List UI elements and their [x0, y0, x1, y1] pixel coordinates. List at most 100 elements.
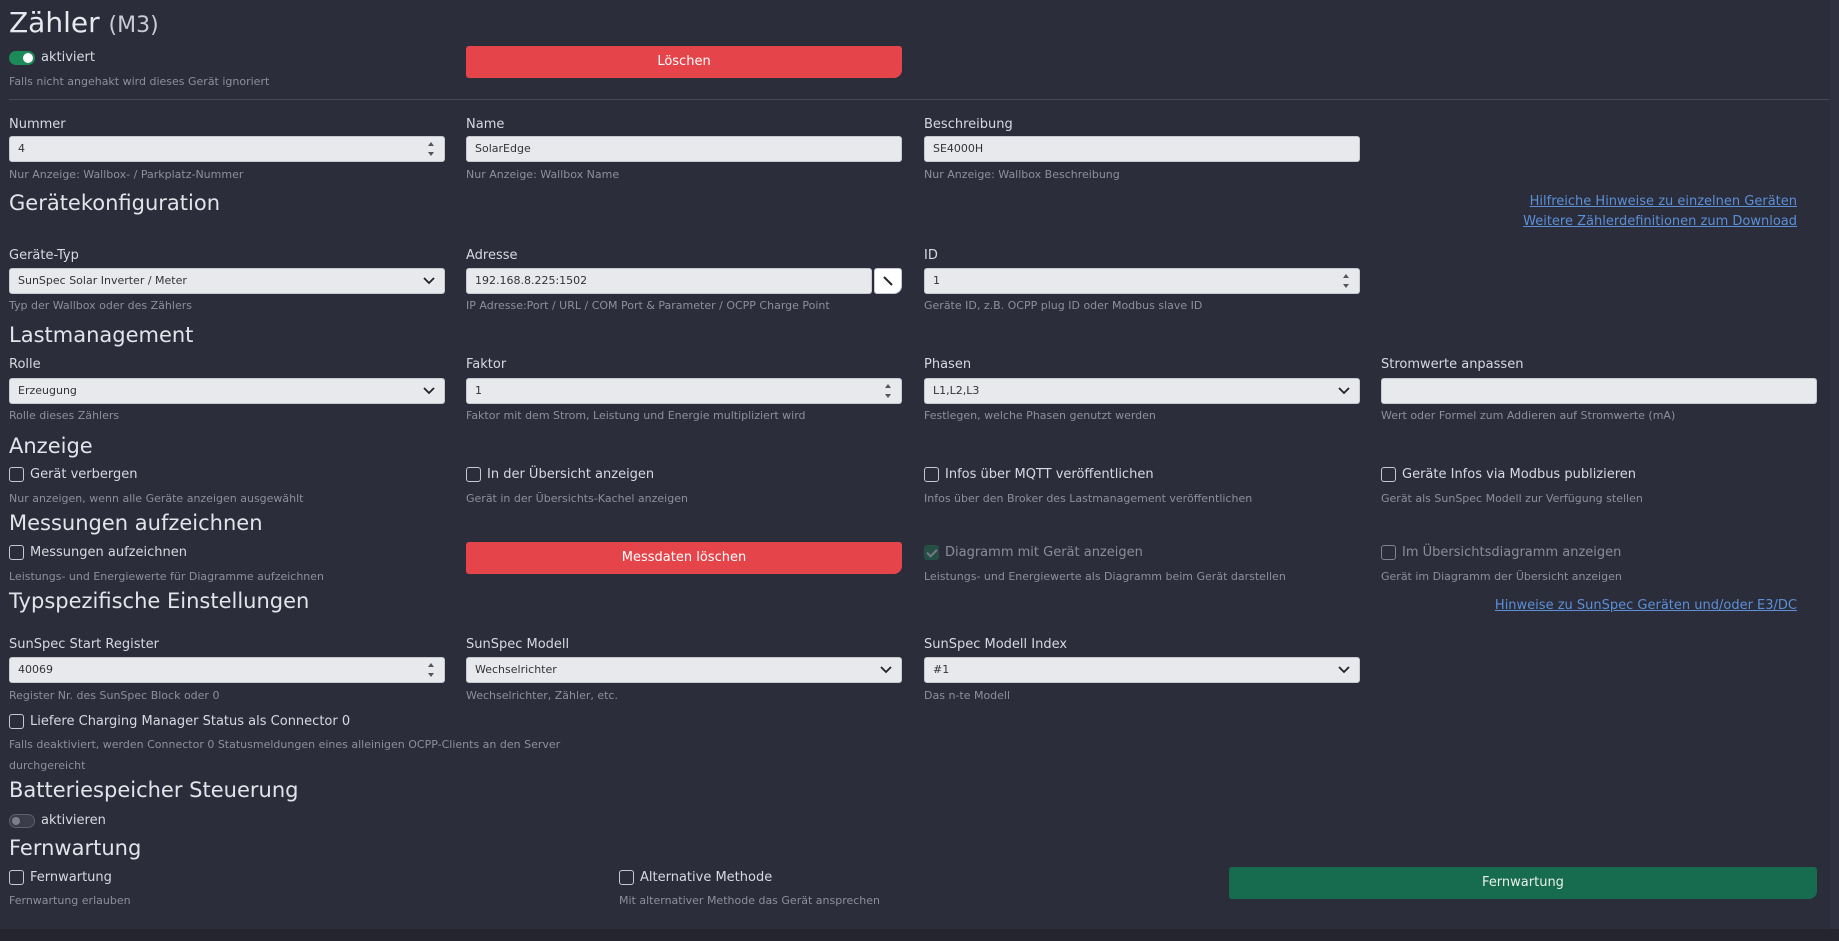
checkbox-box[interactable] — [619, 870, 634, 885]
beschreibung-value: SE4000H — [933, 142, 984, 155]
sunspec-modell-hint: Wechselrichter, Zähler, etc. — [466, 689, 618, 702]
checkbox-box[interactable] — [924, 467, 939, 482]
checkbox-fernwartung[interactable]: Fernwartung — [9, 870, 112, 885]
uebersichtsdiagramm-hint: Gerät im Diagramm der Übersicht anzeigen — [1381, 570, 1622, 583]
uebersicht-anzeigen-hint: Gerät in der Übersichts-Kachel anzeigen — [466, 492, 688, 505]
fernwartung-button[interactable]: Fernwartung — [1229, 867, 1817, 899]
pencil-icon — [883, 276, 893, 286]
section-batteriespeicher: Batteriespeicher Steuerung — [9, 778, 299, 802]
phasen-select[interactable]: L1,L2,L3 — [924, 378, 1360, 404]
nummer-input[interactable]: 4 — [9, 136, 445, 162]
stepper-icon[interactable] — [885, 384, 892, 398]
adresse-label: Adresse — [466, 248, 518, 263]
checkbox-uebersicht-anzeigen[interactable]: In der Übersicht anzeigen — [466, 467, 654, 482]
link-hinweise-geraete[interactable]: Hilfreiche Hinweise zu einzelnen Geräten — [1530, 194, 1797, 209]
name-hint: Nur Anzeige: Wallbox Name — [466, 168, 620, 181]
id-value: 1 — [933, 274, 940, 287]
nummer-label: Nummer — [9, 117, 66, 132]
faktor-label: Faktor — [466, 357, 507, 372]
faktor-value: 1 — [475, 384, 482, 397]
sunspec-index-hint: Das n-te Modell — [924, 689, 1011, 702]
checkbox-label: Liefere Charging Manager Status als Conn… — [30, 714, 351, 729]
section-typspezifisch: Typspezifische Einstellungen — [9, 589, 310, 613]
name-input[interactable]: SolarEdge — [466, 136, 902, 162]
page-subtitle: (M3) — [108, 13, 159, 38]
section-geraetekonfiguration: Gerätekonfiguration — [9, 191, 221, 215]
sunspec-modell-value: Wechselrichter — [475, 663, 557, 676]
checkbox-box[interactable] — [9, 714, 24, 729]
batterie-toggle-row[interactable]: aktivieren — [9, 813, 106, 828]
checkbox-messungen-aufzeichnen[interactable]: Messungen aufzeichnen — [9, 545, 187, 560]
adresse-value: 192.168.8.225:1502 — [475, 274, 588, 287]
alternative-methode-hint: Mit alternativer Methode das Gerät anspr… — [619, 894, 881, 907]
geraetetyp-select[interactable]: SunSpec Solar Inverter / Meter — [9, 268, 445, 294]
batterie-toggle[interactable] — [9, 813, 35, 828]
stepper-icon[interactable] — [428, 663, 435, 677]
checkbox-alternative-methode[interactable]: Alternative Methode — [619, 870, 772, 885]
beschreibung-input[interactable]: SE4000H — [924, 136, 1360, 162]
checkbox-box[interactable] — [1381, 545, 1396, 560]
geraetetyp-label: Geräte-Typ — [9, 248, 79, 263]
stromwerte-hint: Wert oder Formel zum Addieren auf Stromw… — [1381, 409, 1676, 422]
checkbox-label: Infos über MQTT veröffentlichen — [945, 467, 1154, 482]
diagramm-geraet-hint: Leistungs- und Energiewerte als Diagramm… — [924, 570, 1286, 583]
checkbox-box[interactable] — [9, 870, 24, 885]
checkbox-mqtt[interactable]: Infos über MQTT veröffentlichen — [924, 467, 1154, 482]
checkbox-label: Fernwartung — [30, 870, 112, 885]
sunspec-index-select[interactable]: #1 — [924, 657, 1360, 683]
checkbox-box[interactable] — [9, 545, 24, 560]
nummer-hint: Nur Anzeige: Wallbox- / Parkplatz-Nummer — [9, 168, 244, 181]
edit-address-button[interactable] — [874, 268, 902, 294]
faktor-input[interactable]: 1 — [466, 378, 902, 404]
section-messungen: Messungen aufzeichnen — [9, 511, 263, 535]
section-anzeige: Anzeige — [9, 434, 93, 458]
stromwerte-label: Stromwerte anpassen — [1381, 357, 1524, 372]
geraetetyp-value: SunSpec Solar Inverter / Meter — [18, 274, 187, 287]
divider — [9, 99, 1829, 100]
rolle-hint: Rolle dieses Zählers — [9, 409, 120, 422]
id-hint: Geräte ID, z.B. OCPP plug ID oder Modbus… — [924, 299, 1203, 312]
enabled-toggle-row[interactable]: aktiviert — [9, 50, 95, 65]
checkbox-box[interactable] — [466, 467, 481, 482]
chevron-down-icon — [1338, 387, 1350, 395]
checkbox-box[interactable] — [9, 467, 24, 482]
id-input[interactable]: 1 — [924, 268, 1360, 294]
sunspec-modell-select[interactable]: Wechselrichter — [466, 657, 902, 683]
adresse-hint: IP Adresse:Port / URL / COM Port & Param… — [466, 299, 830, 312]
checkbox-box[interactable] — [1381, 467, 1396, 482]
delete-button[interactable]: Löschen — [466, 46, 902, 78]
rolle-select[interactable]: Erzeugung — [9, 378, 445, 404]
stepper-icon[interactable] — [1343, 274, 1350, 288]
checkbox-diagramm-geraet[interactable]: Diagramm mit Gerät anzeigen — [924, 545, 1143, 560]
section-lastmanagement: Lastmanagement — [9, 323, 194, 347]
rolle-label: Rolle — [9, 357, 41, 372]
sunspec-start-input[interactable]: 40069 — [9, 657, 445, 683]
checkbox-box[interactable] — [924, 545, 939, 560]
messdaten-loeschen-button[interactable]: Messdaten löschen — [466, 542, 902, 574]
faktor-hint: Faktor mit dem Strom, Leistung und Energ… — [466, 409, 806, 422]
stromwerte-input[interactable] — [1381, 378, 1817, 404]
link-zaehlerdefinitionen[interactable]: Weitere Zählerdefinitionen zum Download — [1523, 214, 1797, 229]
phasen-hint: Festlegen, welche Phasen genutzt werden — [924, 409, 1156, 422]
sunspec-start-label: SunSpec Start Register — [9, 637, 159, 652]
adresse-input[interactable]: 192.168.8.225:1502 — [466, 268, 872, 294]
checkbox-geraet-verbergen[interactable]: Gerät verbergen — [9, 467, 138, 482]
link-sunspec-hinweise[interactable]: Hinweise zu SunSpec Geräten und/oder E3/… — [1495, 598, 1797, 613]
chevron-down-icon — [880, 666, 892, 674]
checkbox-label: Messungen aufzeichnen — [30, 545, 187, 560]
mqtt-hint: Infos über den Broker des Lastmanagement… — [924, 492, 1253, 505]
checkbox-label: Alternative Methode — [640, 870, 773, 885]
page-title: Zähler (M3) — [9, 6, 159, 39]
checkbox-connector0[interactable]: Liefere Charging Manager Status als Conn… — [9, 714, 350, 729]
checkbox-modbus[interactable]: Geräte Infos via Modbus publizieren — [1381, 467, 1636, 482]
scrollbar[interactable] — [1830, 0, 1839, 929]
checkbox-uebersichtsdiagramm[interactable]: Im Übersichtsdiagramm anzeigen — [1381, 545, 1621, 560]
phasen-label: Phasen — [924, 357, 972, 372]
phasen-value: L1,L2,L3 — [933, 384, 980, 397]
section-fernwartung: Fernwartung — [9, 836, 142, 860]
enabled-toggle[interactable] — [9, 50, 35, 65]
stepper-icon[interactable] — [428, 142, 435, 156]
geraet-verbergen-hint: Nur anzeigen, wenn alle Geräte anzeigen … — [9, 492, 304, 505]
batterie-label: aktivieren — [41, 813, 106, 828]
checkbox-label: In der Übersicht anzeigen — [487, 467, 655, 482]
